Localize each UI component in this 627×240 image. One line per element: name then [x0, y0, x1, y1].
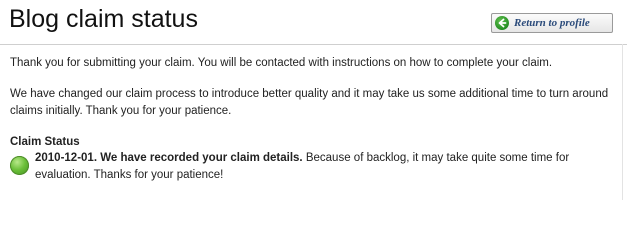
right-divider: [622, 44, 623, 200]
page-title: Blog claim status: [9, 5, 198, 33]
main-content: Thank you for submitting your claim. You…: [10, 55, 615, 184]
status-summary: We have recorded your claim details.: [100, 152, 303, 164]
page-header: Blog claim status Return to profile: [0, 0, 627, 45]
thank-you-paragraph: Thank you for submitting your claim. You…: [10, 57, 553, 69]
claim-status-heading: Claim Status: [10, 136, 80, 148]
back-arrow-icon: [495, 16, 509, 30]
return-to-profile-label: Return to profile: [514, 17, 590, 29]
status-date: 2010-12-01.: [35, 152, 98, 164]
process-change-paragraph: We have changed our claim process to int…: [10, 88, 609, 117]
status-indicator-icon: [10, 156, 29, 175]
claim-status-entry: 2010-12-01. We have recorded your claim …: [10, 150, 615, 184]
return-to-profile-button[interactable]: Return to profile: [491, 13, 613, 33]
blog-claim-status-page: Blog claim status Return to profile Than…: [0, 0, 627, 200]
